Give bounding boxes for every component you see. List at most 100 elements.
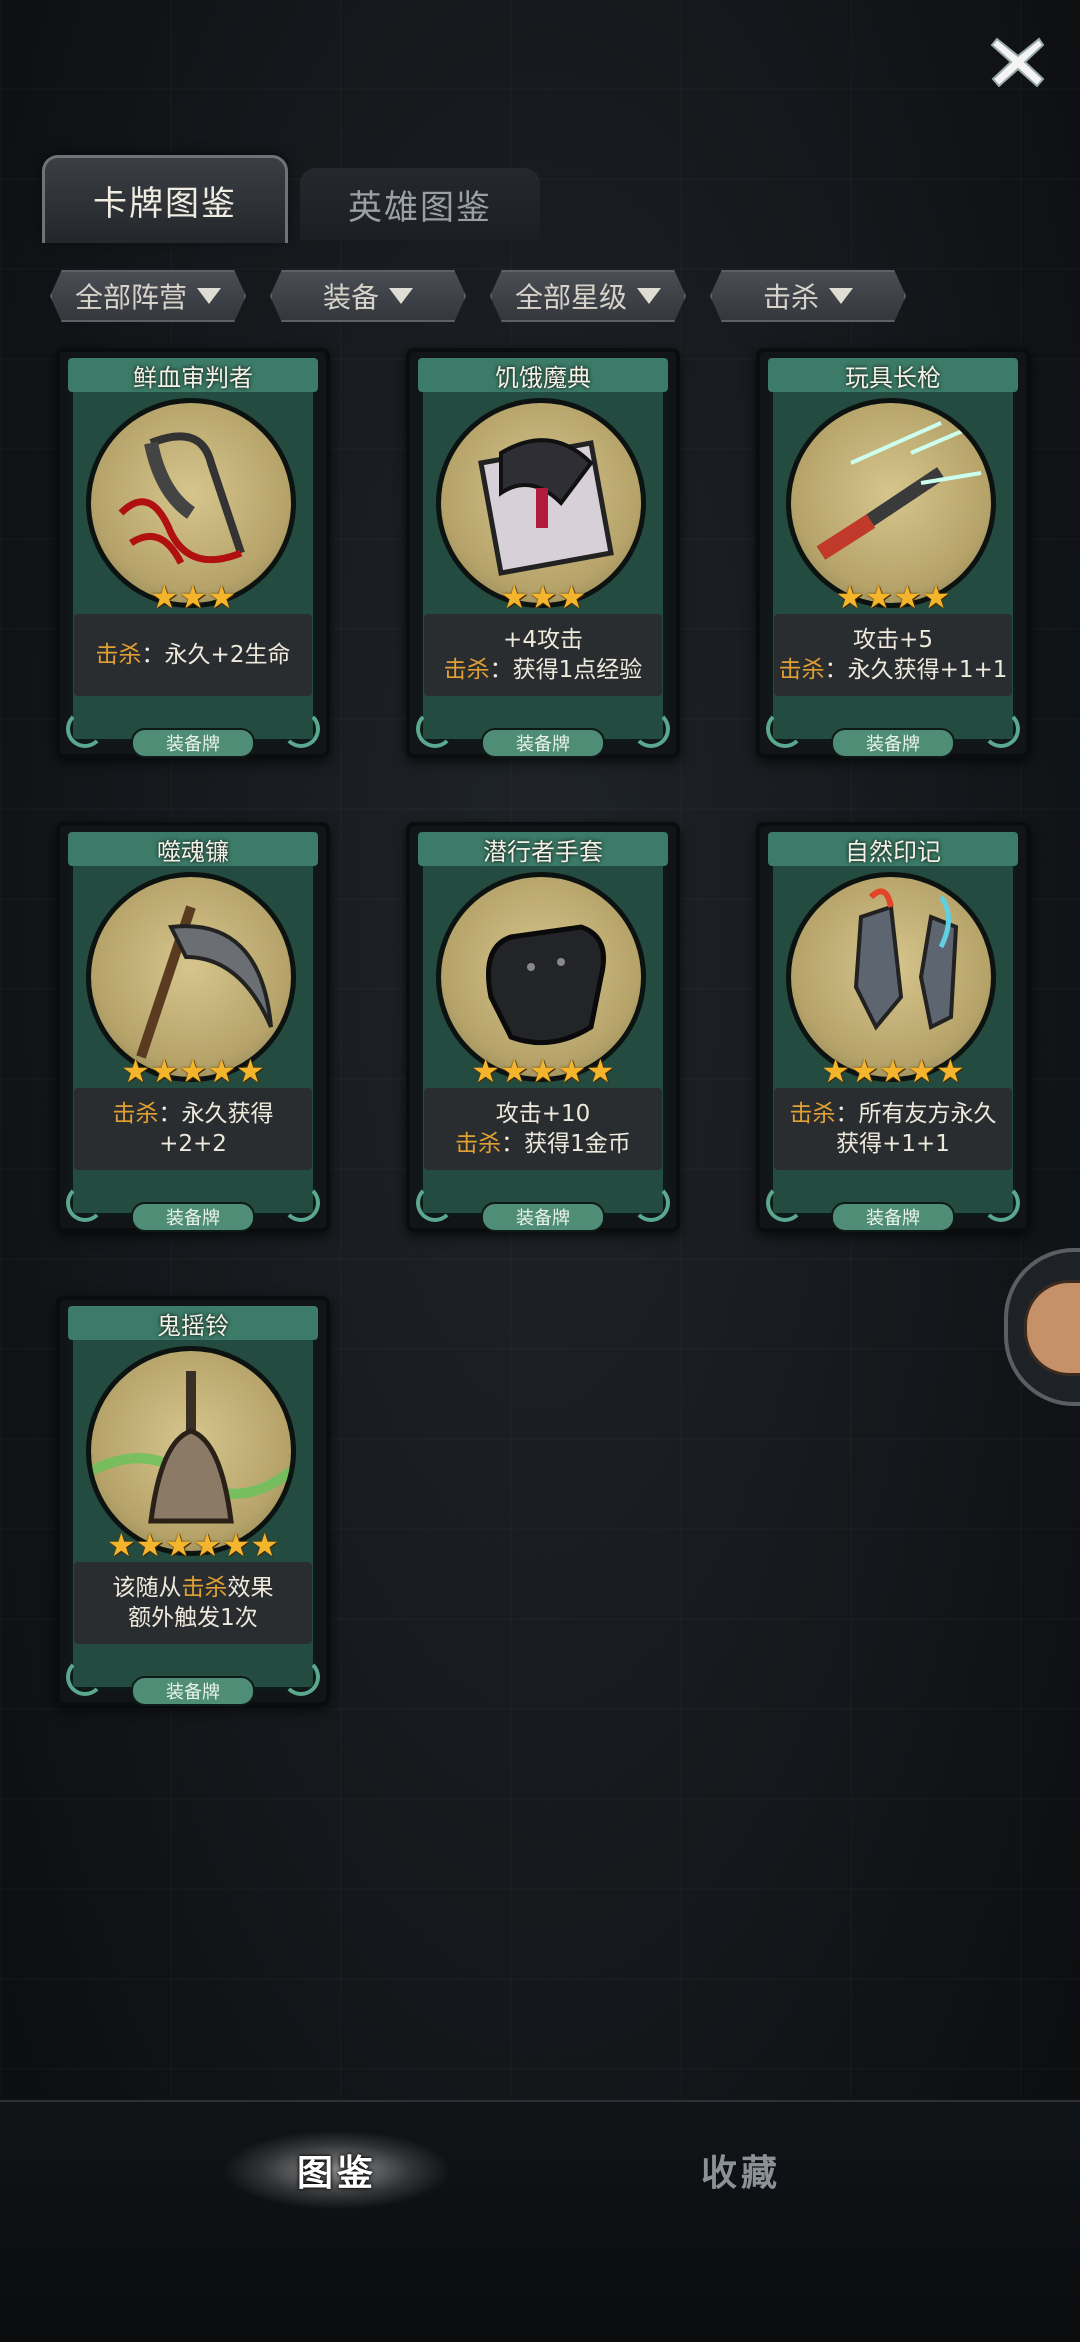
- card-title: 鬼摇铃: [68, 1306, 318, 1340]
- filter-star[interactable]: 全部星级: [490, 270, 686, 322]
- kill-keyword: 击杀: [455, 1131, 502, 1157]
- dropdown-arrow-icon: [829, 288, 853, 304]
- desc-text: 额外触发1次: [128, 1605, 258, 1631]
- star-rating: ★★★★★: [760, 1054, 1026, 1088]
- filter-star-label: 全部星级: [514, 281, 627, 314]
- star-rating: ★★★★★: [410, 1054, 676, 1088]
- card[interactable]: 玩具长枪 ★★★★ 攻击+5 击杀：永久获得+1+1 装备牌: [756, 348, 1030, 758]
- close-button[interactable]: [984, 28, 1052, 96]
- card-type-tag: 装备牌: [131, 1202, 255, 1232]
- card-type-tag: 装备牌: [831, 1202, 955, 1232]
- dropdown-arrow-icon: [389, 288, 413, 304]
- filter-faction[interactable]: 全部阵营: [50, 270, 246, 322]
- toy-lance-icon: [786, 398, 996, 608]
- dropdown-arrow-icon: [637, 288, 661, 304]
- card-description: 击杀：永久+2生命: [74, 614, 312, 696]
- stars-label: ★★★: [149, 578, 237, 616]
- star-rating: ★★★★★★: [60, 1528, 326, 1562]
- glove-icon: [436, 872, 646, 1082]
- card[interactable]: 鬼摇铃 ★★★★★★ 该随从击杀效果 额外触发1次 装备牌: [56, 1296, 330, 1706]
- swirl-ornament: [766, 1184, 804, 1222]
- card-description: 攻击+10 击杀：获得1金币: [424, 1088, 662, 1170]
- kill-keyword: 击杀: [181, 1575, 228, 1601]
- desc-text: 该随从: [112, 1575, 182, 1601]
- bottom-tab-collection[interactable]: 收藏: [626, 2130, 856, 2210]
- swirl-ornament: [66, 710, 104, 748]
- stars-label: ★★★★★★: [106, 1526, 280, 1564]
- card-description: 击杀：所有友方永久 获得+1+1: [774, 1088, 1012, 1170]
- card-title: 自然印记: [768, 832, 1018, 866]
- card-title: 玩具长枪: [768, 358, 1018, 392]
- close-icon: [990, 37, 1045, 88]
- stars-label: ★★★★★: [121, 1052, 265, 1090]
- swirl-ornament: [66, 1658, 104, 1696]
- kill-keyword: 击杀: [789, 1101, 836, 1127]
- star-rating: ★★★★★: [60, 1054, 326, 1088]
- card-description: +4攻击 击杀：获得1点经验: [424, 614, 662, 696]
- bottom-nav: [0, 2100, 1080, 2342]
- stars-label: ★★★★★: [471, 1052, 615, 1090]
- desc-text: 攻击+10: [495, 1101, 591, 1127]
- filter-type-label: 装备: [322, 281, 379, 314]
- swirl-ornament: [282, 1184, 320, 1222]
- card[interactable]: 潜行者手套 ★★★★★ 攻击+10 击杀：获得1金币 装备牌: [406, 822, 680, 1232]
- star-rating: ★★★: [60, 580, 326, 614]
- swirl-ornament: [632, 710, 670, 748]
- stars-label: ★★★: [499, 578, 587, 616]
- card-type-tag: 装备牌: [481, 1202, 605, 1232]
- card-type-tag: 装备牌: [131, 1676, 255, 1706]
- kill-keyword: 击杀: [95, 642, 142, 668]
- card-title: 潜行者手套: [418, 832, 668, 866]
- desc-text: 获得+1+1: [836, 1131, 950, 1157]
- card-type-tag: 装备牌: [831, 728, 955, 758]
- tab-card-gallery[interactable]: 卡牌图鉴: [42, 155, 288, 243]
- cat-icon: [1024, 1280, 1080, 1376]
- desc-text: ：永久获得: [158, 1101, 274, 1127]
- desc-text: ：所有友方永久: [835, 1101, 997, 1127]
- swirl-ornament: [416, 710, 454, 748]
- swirl-ornament: [282, 710, 320, 748]
- swirl-ornament: [632, 1184, 670, 1222]
- desc-text: ：永久+2生命: [141, 642, 291, 668]
- swirl-ornament: [982, 1184, 1020, 1222]
- filter-bar: 全部阵营 装备 全部星级 击杀: [50, 270, 910, 322]
- swirl-ornament: [66, 1184, 104, 1222]
- filter-keyword-label: 击杀: [762, 281, 819, 314]
- card-type-tag: 装备牌: [481, 728, 605, 758]
- card[interactable]: 鲜血审判者 ★★★ 击杀：永久+2生命 装备牌: [56, 348, 330, 758]
- swirl-ornament: [282, 1658, 320, 1696]
- swirl-ornament: [416, 1184, 454, 1222]
- kill-keyword: 击杀: [112, 1101, 159, 1127]
- swirl-ornament: [766, 710, 804, 748]
- card-description: 攻击+5 击杀：永久获得+1+1: [774, 614, 1012, 696]
- dropdown-arrow-icon: [197, 288, 221, 304]
- card[interactable]: 饥饿魔典 ★★★ +4攻击 击杀：获得1点经验 装备牌: [406, 348, 680, 758]
- card-title: 饥饿魔典: [418, 358, 668, 392]
- tab-hero-gallery[interactable]: 英雄图鉴: [300, 168, 540, 240]
- filter-type[interactable]: 装备: [270, 270, 466, 322]
- hungry-tome-icon: [436, 398, 646, 608]
- card-description: 该随从击杀效果 额外触发1次: [74, 1562, 312, 1644]
- filter-keyword[interactable]: 击杀: [710, 270, 906, 322]
- card[interactable]: 噬魂镰 ★★★★★ 击杀：永久获得 +2+2 装备牌: [56, 822, 330, 1232]
- desc-text: ：获得1金币: [501, 1131, 631, 1157]
- swirl-ornament: [982, 710, 1020, 748]
- filter-faction-label: 全部阵营: [74, 281, 187, 314]
- card-type-tag: 装备牌: [131, 728, 255, 758]
- card[interactable]: 自然印记 ★★★★★ 击杀：所有友方永久 获得+1+1 装备牌: [756, 822, 1030, 1232]
- card-title: 噬魂镰: [68, 832, 318, 866]
- kill-keyword: 击杀: [778, 657, 825, 683]
- stars-label: ★★★★★: [821, 1052, 965, 1090]
- bottom-tab-gallery[interactable]: 图鉴: [222, 2130, 452, 2210]
- blood-scythe-icon: [86, 398, 296, 608]
- star-rating: ★★★: [410, 580, 676, 614]
- desc-text: ：获得1点经验: [489, 657, 643, 683]
- soul-scythe-icon: [86, 872, 296, 1082]
- desc-text: 攻击+5: [853, 627, 933, 653]
- nature-mark-icon: [786, 872, 996, 1082]
- desc-text: +2+2: [159, 1131, 227, 1157]
- desc-text: ：永久获得+1+1: [824, 657, 1008, 683]
- card-description: 击杀：永久获得 +2+2: [74, 1088, 312, 1170]
- desc-text: 效果: [227, 1575, 274, 1601]
- ghost-bell-icon: [86, 1346, 296, 1556]
